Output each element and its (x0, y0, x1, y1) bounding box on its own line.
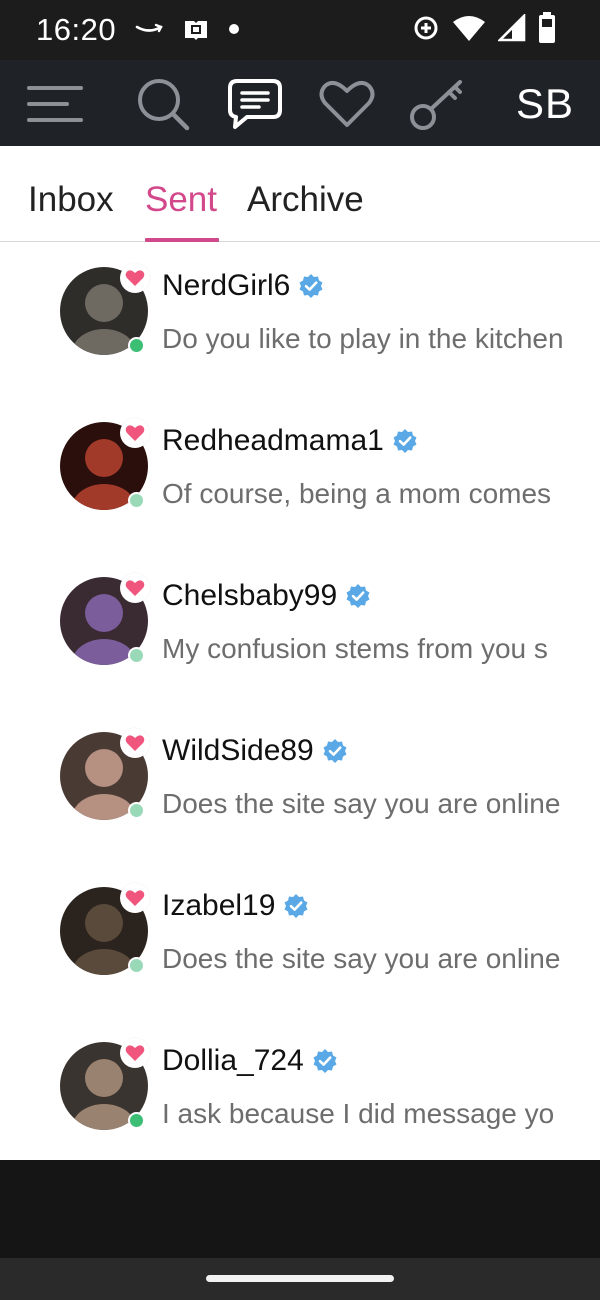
conversation-name: NerdGirl6 (162, 269, 291, 302)
notification-dot-icon (228, 22, 240, 40)
avatar-container[interactable] (60, 1038, 150, 1130)
status-time: 16:20 (36, 12, 117, 47)
conversation-row-2[interactable]: Redheadmama1 Of course, being a mom come… (0, 398, 600, 553)
system-nav-bar (0, 1258, 600, 1300)
conversation-row-6[interactable]: Dollia_724 I ask because I did message y… (0, 1018, 600, 1160)
verified-badge-icon (392, 428, 418, 454)
conversation-list: NerdGirl6 Do you like to play in the kit… (0, 243, 600, 1160)
conversation-name-row: WildSide89 (162, 734, 348, 768)
amazon-icon (134, 19, 164, 44)
message-tabs: Inbox Sent Archive (0, 146, 600, 242)
tab-sent[interactable]: Sent (145, 180, 217, 220)
store-bag-icon (182, 16, 210, 47)
heart-icon (125, 1045, 145, 1061)
heart-icon (125, 735, 145, 751)
conversation-name: Redheadmama1 (162, 424, 384, 457)
messages-icon[interactable] (226, 76, 284, 132)
search-icon[interactable] (134, 76, 192, 132)
conversation-name-row: Dollia_724 (162, 1044, 338, 1078)
data-saver-icon (412, 14, 440, 47)
tab-inbox[interactable]: Inbox (28, 180, 114, 220)
conversation-preview: Does the site say you are online (162, 943, 561, 974)
avatar-container[interactable] (60, 418, 150, 510)
status-right-icons (412, 11, 556, 49)
verified-badge-icon (345, 583, 371, 609)
conversation-name-row: Izabel19 (162, 889, 309, 923)
menu-icon[interactable] (26, 76, 84, 132)
avatar-container[interactable] (60, 263, 150, 355)
conversation-name: WildSide89 (162, 734, 314, 767)
avatar-container[interactable] (60, 728, 150, 820)
conversation-name: Izabel19 (162, 889, 276, 922)
favorite-heart-badge[interactable] (120, 728, 150, 758)
heart-icon (125, 580, 145, 596)
online-status-dot (128, 802, 145, 819)
conversation-preview: I ask because I did message yo (162, 1098, 555, 1129)
conversation-row-5[interactable]: Izabel19 Does the site say you are onlin… (0, 863, 600, 1018)
conversation-name: Chelsbaby99 (162, 579, 338, 612)
online-status-dot (128, 337, 145, 354)
conversation-preview: Do you like to play in the kitchen (162, 323, 564, 354)
active-tab-indicator (145, 238, 219, 242)
favorite-heart-badge[interactable] (120, 418, 150, 448)
tab-archive[interactable]: Archive (247, 180, 364, 220)
app-header: SB (0, 60, 600, 146)
online-status-dot (128, 957, 145, 974)
user-avatar-initials[interactable]: SB (516, 80, 574, 128)
heart-icon (125, 425, 145, 441)
status-left-icons (134, 14, 240, 48)
conversation-row-3[interactable]: Chelsbaby99 My confusion stems from you … (0, 553, 600, 708)
favorite-heart-badge[interactable] (120, 263, 150, 293)
conversation-name-row: NerdGirl6 (162, 269, 324, 303)
conversation-name: Dollia_724 (162, 1044, 304, 1077)
avatar-container[interactable] (60, 573, 150, 665)
conversation-preview: Does the site say you are online (162, 788, 561, 819)
online-status-dot (128, 1112, 145, 1129)
heart-icon (125, 890, 145, 906)
home-gesture-handle[interactable] (206, 1275, 394, 1282)
online-status-dot (128, 492, 145, 509)
status-bar: 16:20 (0, 0, 600, 60)
online-status-dot (128, 647, 145, 664)
verified-badge-icon (322, 738, 348, 764)
favorite-heart-badge[interactable] (120, 573, 150, 603)
heart-icon (125, 270, 145, 286)
verified-badge-icon (312, 1048, 338, 1074)
avatar-container[interactable] (60, 883, 150, 975)
conversation-row-4[interactable]: WildSide89 Does the site say you are onl… (0, 708, 600, 863)
key-icon[interactable] (408, 76, 468, 132)
favorite-heart-badge[interactable] (120, 1038, 150, 1068)
conversation-preview: Of course, being a mom comes (162, 478, 552, 509)
signal-icon (496, 12, 526, 47)
favorites-icon[interactable] (318, 76, 376, 132)
conversation-row-1[interactable]: NerdGirl6 Do you like to play in the kit… (0, 243, 600, 398)
conversation-name-row: Redheadmama1 (162, 424, 418, 458)
favorite-heart-badge[interactable] (120, 883, 150, 913)
conversation-preview: My confusion stems from you s (162, 633, 548, 664)
conversation-name-row: Chelsbaby99 (162, 579, 371, 613)
bottom-panel (0, 1160, 600, 1258)
verified-badge-icon (283, 893, 309, 919)
wifi-icon (452, 14, 486, 47)
verified-badge-icon (298, 273, 324, 299)
battery-icon (538, 11, 556, 49)
